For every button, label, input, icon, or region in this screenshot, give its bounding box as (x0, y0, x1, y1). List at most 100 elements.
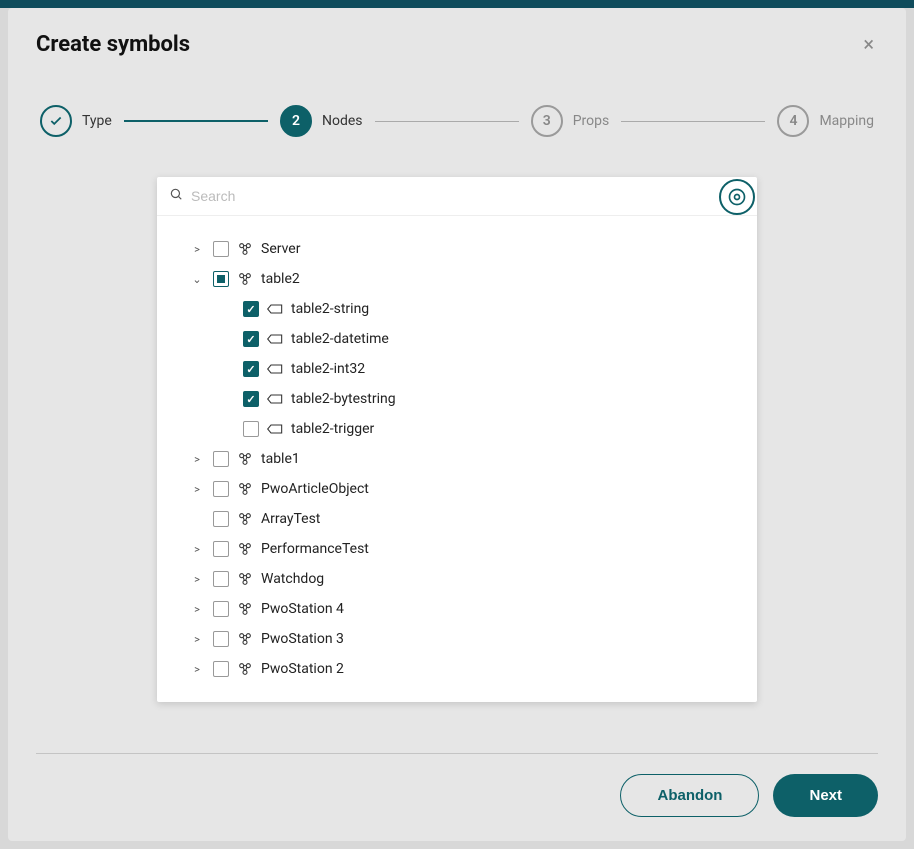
tree-row[interactable]: >table2-datetime (169, 324, 745, 354)
chevron-right-icon[interactable]: > (189, 573, 205, 586)
chevron-right-icon[interactable]: > (189, 543, 205, 556)
checkbox[interactable] (243, 331, 259, 347)
tree-row[interactable]: > PwoStation 3 (169, 624, 745, 654)
tag-icon (267, 393, 283, 405)
chevron-right-icon[interactable]: > (189, 483, 205, 496)
tree-row[interactable]: >ArrayTest (169, 504, 745, 534)
tag-icon (267, 333, 283, 345)
step-mapping[interactable]: 4 Mapping (777, 105, 874, 137)
tree-row[interactable]: > PwoStation 4 (169, 594, 745, 624)
close-icon[interactable]: × (859, 32, 878, 56)
step-line-2 (375, 121, 519, 122)
checkbox[interactable] (213, 571, 229, 587)
checkbox[interactable] (213, 271, 229, 287)
object-icon (237, 631, 253, 647)
checkbox[interactable] (213, 661, 229, 677)
checkbox[interactable] (213, 541, 229, 557)
settings-button[interactable] (719, 179, 755, 215)
node-label: table1 (261, 451, 300, 467)
tree-row[interactable]: >table2-int32 (169, 354, 745, 384)
step-type-circle (40, 105, 72, 137)
node-label: PwoStation 3 (261, 631, 344, 647)
checkbox[interactable] (243, 421, 259, 437)
object-icon (237, 481, 253, 497)
tag-icon (267, 423, 283, 435)
node-label: table2-datetime (291, 331, 389, 347)
checkbox[interactable] (213, 511, 229, 527)
chevron-down-icon[interactable]: ⌄ (189, 273, 205, 286)
check-icon (49, 114, 63, 128)
modal-header: Create symbols × (36, 32, 878, 57)
node-label: PwoStation 4 (261, 601, 344, 617)
tree-row[interactable]: >table2-bytestring (169, 384, 745, 414)
tree-row[interactable]: ⌄table2 (169, 264, 745, 294)
object-icon (237, 571, 253, 587)
chevron-right-icon[interactable]: > (189, 663, 205, 676)
object-icon (237, 511, 253, 527)
step-nodes[interactable]: 2 Nodes (280, 105, 363, 137)
object-icon (237, 451, 253, 467)
checkbox[interactable] (243, 301, 259, 317)
checkbox[interactable] (213, 481, 229, 497)
tag-icon (267, 363, 283, 375)
create-symbols-modal: Create symbols × Type 2 Nodes 3 Props 4 … (8, 8, 906, 841)
checkbox[interactable] (243, 391, 259, 407)
node-tree: >Server⌄table2>table2-string>table2-date… (157, 216, 757, 702)
node-tree-panel: >Server⌄table2>table2-string>table2-date… (157, 177, 757, 702)
node-label: table2-trigger (291, 421, 374, 437)
chevron-right-icon[interactable]: > (189, 243, 205, 256)
tree-row[interactable]: > table1 (169, 444, 745, 474)
search-input[interactable] (191, 188, 745, 204)
step-type[interactable]: Type (40, 105, 112, 137)
node-label: table2-string (291, 301, 369, 317)
wizard-stepper: Type 2 Nodes 3 Props 4 Mapping (36, 105, 878, 137)
app-top-bar (0, 0, 914, 8)
checkbox[interactable] (243, 361, 259, 377)
step-mapping-label: Mapping (819, 113, 874, 129)
object-icon (237, 661, 253, 677)
node-label: PwoArticleObject (261, 481, 369, 497)
checkbox[interactable] (213, 601, 229, 617)
chevron-right-icon[interactable]: > (189, 453, 205, 466)
checkbox[interactable] (213, 631, 229, 647)
node-label: table2-int32 (291, 361, 365, 377)
checkbox[interactable] (213, 451, 229, 467)
tree-row[interactable]: > PwoArticleObject (169, 474, 745, 504)
tag-icon (267, 303, 283, 315)
abandon-button[interactable]: Abandon (620, 774, 759, 817)
modal-footer: Abandon Next (36, 753, 878, 817)
step-props-circle: 3 (531, 105, 563, 137)
object-icon (237, 601, 253, 617)
step-nodes-label: Nodes (322, 113, 363, 129)
object-icon (237, 241, 253, 257)
tree-row[interactable]: > PerformanceTest (169, 534, 745, 564)
gear-icon (727, 187, 747, 207)
chevron-right-icon[interactable]: > (189, 633, 205, 646)
step-mapping-circle: 4 (777, 105, 809, 137)
node-label: PerformanceTest (261, 541, 369, 557)
node-label: table2-bytestring (291, 391, 396, 407)
node-label: Watchdog (261, 571, 324, 587)
step-props[interactable]: 3 Props (531, 105, 610, 137)
modal-title: Create symbols (36, 32, 190, 57)
search-icon (169, 187, 183, 205)
tree-row[interactable]: > Server (169, 234, 745, 264)
step-line-1 (124, 120, 268, 122)
tree-row[interactable]: >table2-trigger (169, 414, 745, 444)
tree-row[interactable]: > Watchdog (169, 564, 745, 594)
node-label: ArrayTest (261, 511, 320, 527)
node-label: Server (261, 241, 300, 257)
tree-row[interactable]: > PwoStation 2 (169, 654, 745, 684)
checkbox[interactable] (213, 241, 229, 257)
step-props-label: Props (573, 113, 610, 129)
step-type-label: Type (82, 113, 112, 129)
object-icon (237, 541, 253, 557)
step-nodes-circle: 2 (280, 105, 312, 137)
node-label: PwoStation 2 (261, 661, 344, 677)
object-icon (237, 271, 253, 287)
chevron-right-icon[interactable]: > (189, 603, 205, 616)
tree-row[interactable]: >table2-string (169, 294, 745, 324)
search-row (157, 177, 757, 216)
step-line-3 (621, 121, 765, 122)
next-button[interactable]: Next (773, 774, 878, 817)
